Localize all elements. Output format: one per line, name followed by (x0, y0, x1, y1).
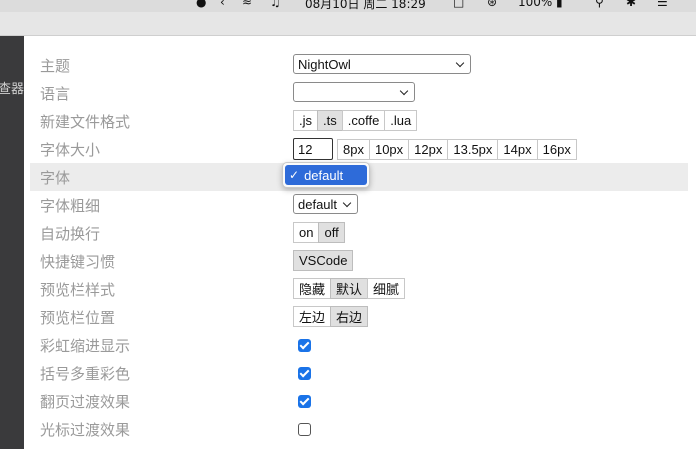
setting-label-page-transition: 翻页过渡效果 (40, 393, 131, 411)
format-option-js[interactable]: .js (293, 110, 318, 131)
setting-row-word-wrap: 自动换行 on off (30, 219, 688, 247)
setting-row-bracket-colors: 括号多重彩色 (30, 359, 688, 387)
setting-label-cursor-transition: 光标过渡效果 (40, 421, 131, 439)
font-option-default[interactable]: ✓ default (285, 165, 367, 185)
setting-label-preview-style: 预览栏样式 (40, 281, 116, 299)
preview-position-left[interactable]: 左边 (293, 306, 332, 327)
setting-row-page-transition: 翻页过渡效果 (30, 387, 688, 415)
setting-label-font-weight: 字体粗细 (40, 197, 101, 215)
setting-label-font-size: 字体大小 (40, 141, 101, 159)
battery-icon[interactable]: ▮ (556, 0, 563, 9)
cursor-transition-checkbox[interactable] (298, 423, 311, 436)
format-option-ts[interactable]: .ts (317, 110, 343, 131)
keybinding-vscode[interactable]: VSCode (293, 250, 354, 271)
setting-row-preview-style: 预览栏样式 隐藏 默认 细腻 (30, 275, 688, 303)
checkmark-icon: ✓ (289, 168, 300, 182)
font-size-option-16[interactable]: 16px (536, 138, 577, 160)
setting-label-rainbow-indent: 彩虹缩进显示 (40, 337, 131, 355)
wifi-icon[interactable]: ≈ (242, 0, 252, 9)
settings-panel: 主题 NightOwl 语言 新建文件格式 .js .ts .coffe .lu… (24, 36, 696, 449)
format-option-coffe[interactable]: .coffe (341, 110, 386, 131)
font-size-option-10[interactable]: 10px (368, 138, 410, 160)
battery-percent: 100% (518, 0, 553, 9)
rainbow-indent-checkbox[interactable] (298, 339, 311, 352)
font-size-option-12[interactable]: 12px (408, 138, 449, 160)
page-transition-checkbox[interactable] (298, 395, 311, 408)
preview-position-right[interactable]: 右边 (330, 306, 369, 327)
setting-row-cursor-transition: 光标过渡效果 (30, 415, 688, 443)
bracket-colors-checkbox[interactable] (298, 367, 311, 380)
volume-icon[interactable]: ♫ (270, 0, 281, 9)
preview-style-fine[interactable]: 细腻 (367, 278, 406, 299)
theme-select[interactable]: NightOwl (293, 54, 471, 74)
setting-label-font: 字体 (40, 169, 71, 187)
word-wrap-off[interactable]: off (318, 222, 345, 243)
search-icon[interactable]: ⚲ (595, 0, 604, 9)
setting-label-theme: 主题 (40, 57, 71, 75)
setting-label-bracket-colors: 括号多重彩色 (40, 365, 131, 383)
menubar-clock[interactable]: 08月10日 周二 18:29 (305, 0, 426, 12)
setting-row-font-size: 字体大小 8px 10px 12px 13.5px 14px 16px (30, 135, 688, 163)
setting-row-keybinding: 快捷键习惯 VSCode (30, 247, 688, 275)
font-option-label: default (304, 167, 344, 183)
theme-select-value: NightOwl (298, 56, 351, 72)
font-weight-select[interactable]: default (293, 194, 358, 214)
setting-row-language: 语言 (30, 79, 688, 107)
format-option-lua[interactable]: .lua (384, 110, 418, 131)
font-weight-select-value: default (298, 196, 338, 212)
setting-label-word-wrap: 自动换行 (40, 225, 101, 243)
chevron-down-icon (400, 87, 410, 97)
font-size-option-13-5[interactable]: 13.5px (447, 138, 499, 160)
preview-style-hidden[interactable]: 隐藏 (293, 278, 332, 299)
font-size-input[interactable] (293, 138, 333, 160)
setting-row-preview-position: 预览栏位置 左边 右边 (30, 303, 688, 331)
setting-label-preview-position: 预览栏位置 (40, 309, 116, 327)
setting-label-new-file-format: 新建文件格式 (40, 113, 131, 131)
menu-list-icon[interactable]: ☰ (657, 0, 668, 9)
setting-row-theme: 主题 NightOwl (30, 51, 688, 79)
language-select[interactable] (293, 82, 415, 102)
setting-label-keybinding: 快捷键习惯 (40, 253, 116, 271)
word-wrap-on[interactable]: on (293, 222, 320, 243)
font-size-option-8[interactable]: 8px (337, 138, 370, 160)
app-logo-icon[interactable]: ● (196, 0, 206, 9)
chevron-down-icon (456, 59, 466, 69)
network-icon[interactable]: ⊛ (487, 0, 497, 9)
font-dropdown-menu: ✓ default (282, 162, 370, 188)
background-window-edge: 查器 (0, 36, 24, 449)
preview-style-default[interactable]: 默认 (330, 278, 369, 299)
setting-row-rainbow-indent: 彩虹缩进显示 (30, 331, 688, 359)
setting-label-language: 语言 (40, 85, 71, 103)
system-menu-bar: ● ‹ ≈ ♫ 08月10日 周二 18:29 □ ⊛ 100% ▮ ⚲ ✱ ☰ (0, 0, 696, 12)
background-window-text: 查器 (0, 81, 25, 96)
control-center-icon[interactable]: ✱ (626, 0, 636, 9)
back-icon[interactable]: ‹ (220, 0, 225, 9)
chevron-down-icon (343, 199, 353, 209)
input-method-icon[interactable]: □ (453, 0, 464, 9)
setting-row-new-file-format: 新建文件格式 .js .ts .coffe .lua (30, 107, 688, 135)
window-title-bar[interactable] (0, 12, 696, 36)
setting-row-font-weight: 字体粗细 default (30, 191, 688, 219)
font-size-option-14[interactable]: 14px (497, 138, 538, 160)
